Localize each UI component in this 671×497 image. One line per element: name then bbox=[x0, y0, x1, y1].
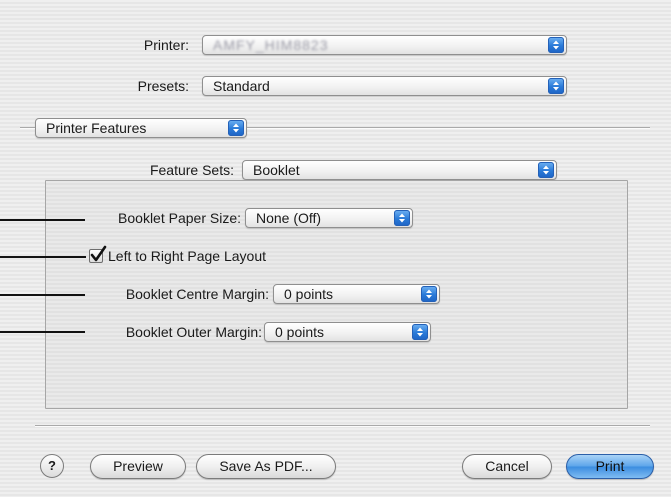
callout-line-centre-margin bbox=[0, 294, 85, 296]
preview-button[interactable]: Preview bbox=[90, 454, 186, 479]
save-as-pdf-button[interactable]: Save As PDF... bbox=[196, 454, 336, 479]
booklet-outer-margin-label: Booklet Outer Margin: bbox=[125, 324, 262, 340]
feature-sets-value: Booklet bbox=[253, 162, 300, 178]
feature-sets-popup[interactable]: Booklet bbox=[242, 160, 557, 180]
cancel-button[interactable]: Cancel bbox=[462, 454, 552, 479]
popup-arrows-icon bbox=[548, 37, 564, 53]
presets-label: Presets: bbox=[137, 78, 189, 94]
booklet-centre-margin-value: 0 points bbox=[284, 286, 334, 302]
footer-separator bbox=[35, 425, 650, 427]
callout-line-outer-margin bbox=[0, 331, 85, 333]
popup-arrows-icon bbox=[421, 286, 437, 302]
booklet-outer-margin-value: 0 points bbox=[275, 324, 325, 340]
feature-sets-label: Feature Sets: bbox=[149, 162, 234, 178]
callout-line-paper-size bbox=[0, 219, 85, 221]
print-button[interactable]: Print bbox=[566, 454, 654, 479]
popup-arrows-icon bbox=[538, 162, 554, 178]
booklet-centre-margin-label: Booklet Centre Margin: bbox=[125, 286, 269, 302]
booklet-paper-size-popup[interactable]: None (Off) bbox=[245, 208, 413, 228]
left-to-right-checkbox[interactable] bbox=[89, 245, 107, 263]
panel-select-popup[interactable]: Printer Features bbox=[35, 118, 247, 138]
panel-separator-left bbox=[20, 127, 35, 129]
checkmark-icon bbox=[90, 245, 107, 262]
popup-arrows-icon bbox=[228, 120, 244, 136]
callout-line-layout bbox=[0, 256, 86, 258]
booklet-centre-margin-popup[interactable]: 0 points bbox=[273, 284, 440, 304]
panel-separator bbox=[247, 127, 650, 129]
booklet-outer-margin-popup[interactable]: 0 points bbox=[264, 322, 431, 342]
left-to-right-label[interactable]: Left to Right Page Layout bbox=[108, 248, 266, 264]
presets-popup[interactable]: Standard bbox=[202, 76, 567, 96]
presets-value: Standard bbox=[213, 78, 270, 94]
popup-arrows-icon bbox=[548, 78, 564, 94]
popup-arrows-icon bbox=[394, 210, 410, 226]
printer-value: AMFY_HIM8823 bbox=[213, 37, 329, 53]
printer-popup[interactable]: AMFY_HIM8823 bbox=[202, 35, 567, 55]
booklet-paper-size-value: None (Off) bbox=[256, 210, 322, 226]
panel-select-value: Printer Features bbox=[46, 120, 147, 136]
printer-label: Printer: bbox=[143, 37, 189, 53]
booklet-paper-size-label: Booklet Paper Size: bbox=[118, 210, 241, 226]
popup-arrows-icon bbox=[412, 324, 428, 340]
help-button[interactable]: ? bbox=[40, 454, 64, 478]
